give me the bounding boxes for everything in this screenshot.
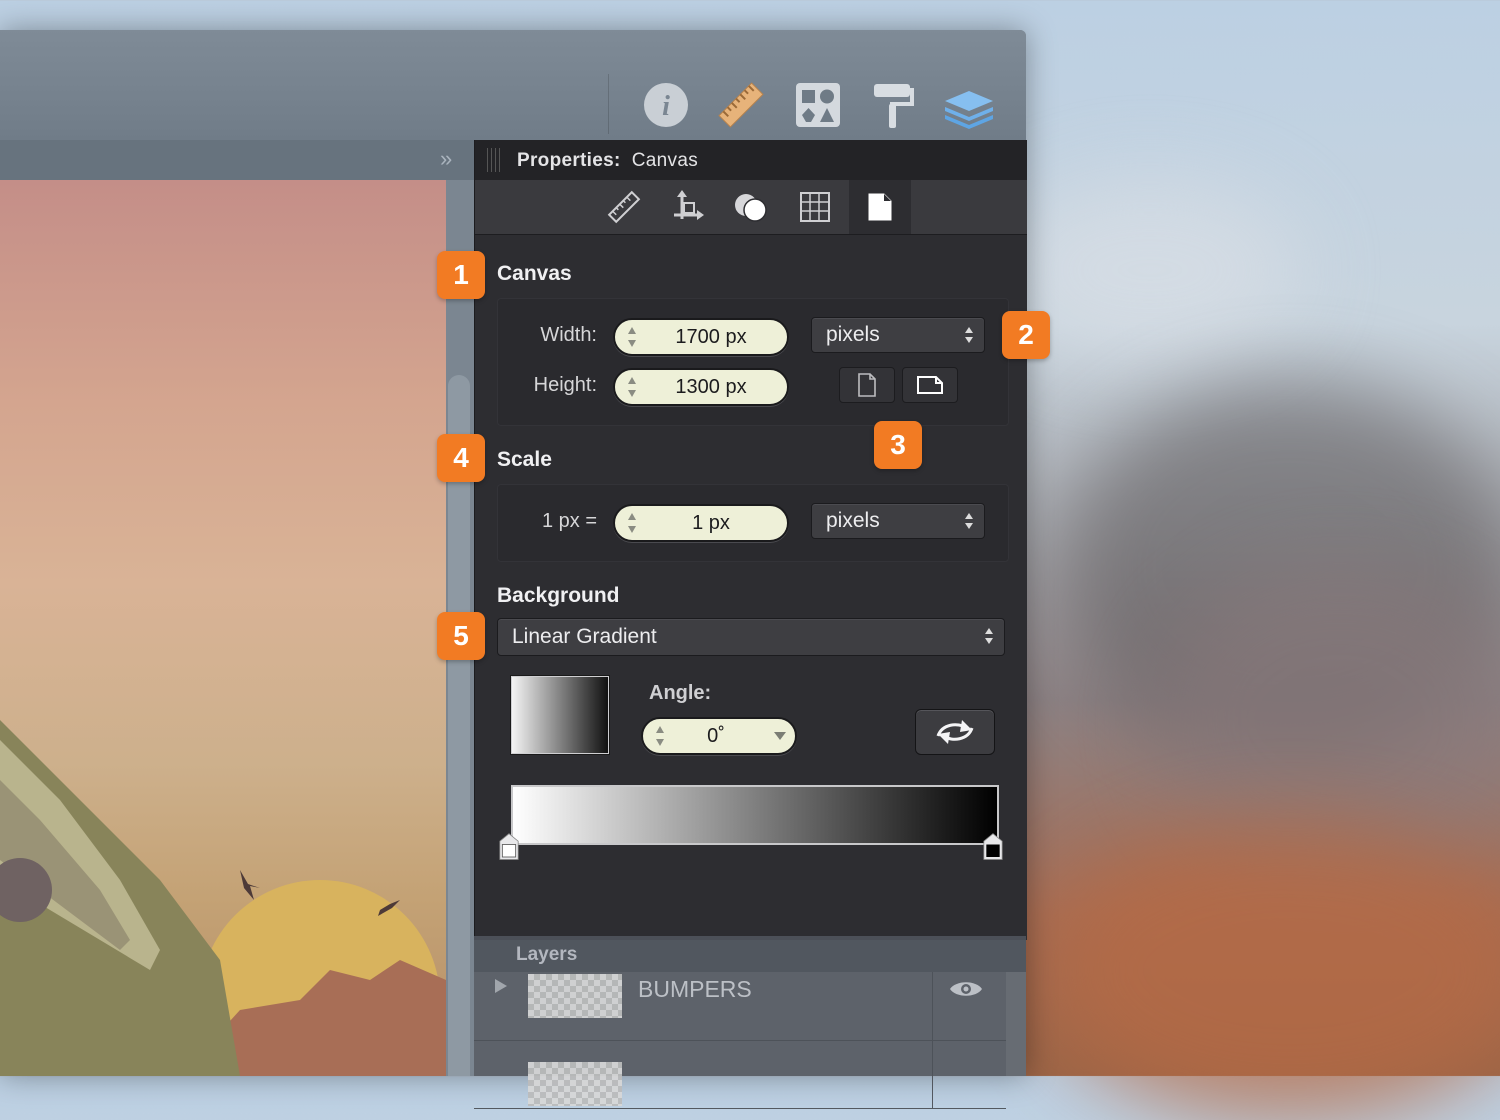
callout-badge-1: 1 bbox=[437, 251, 485, 299]
tab-transform[interactable] bbox=[657, 180, 719, 234]
tab-fill[interactable] bbox=[720, 180, 782, 234]
app-toolbar: i bbox=[0, 30, 1026, 140]
layers-scrollbar[interactable] bbox=[1006, 972, 1026, 1076]
ruler-tab-icon bbox=[607, 190, 641, 224]
background-type-select[interactable]: Linear Gradient bbox=[497, 618, 1005, 656]
background-type-value: Linear Gradient bbox=[512, 625, 657, 648]
canvas-unit-select[interactable]: pixels bbox=[811, 317, 985, 353]
angle-label: Angle: bbox=[649, 682, 712, 704]
tab-ruler[interactable] bbox=[593, 180, 655, 234]
landscape-orientation-button[interactable] bbox=[902, 367, 958, 403]
gradient-start-stop[interactable] bbox=[499, 832, 519, 862]
height-label: Height: bbox=[533, 374, 597, 396]
stepper-arrows-icon[interactable] bbox=[627, 325, 637, 349]
panel-title: Properties: Canvas bbox=[517, 150, 698, 172]
stepper-arrows-icon[interactable] bbox=[655, 724, 665, 748]
shapes-icon[interactable] bbox=[791, 78, 845, 132]
canvas-unit-value: pixels bbox=[826, 323, 880, 346]
layer-column-divider bbox=[932, 1040, 933, 1108]
tab-document[interactable] bbox=[849, 180, 911, 234]
select-arrows-icon bbox=[965, 513, 973, 529]
stepper-arrows-icon[interactable] bbox=[627, 511, 637, 535]
reverse-gradient-button[interactable] bbox=[915, 709, 995, 755]
layers-title: Layers bbox=[516, 944, 578, 965]
layers-panel: Layers BUMPERS bbox=[474, 936, 1026, 1109]
document-tab-strip bbox=[0, 140, 474, 181]
layer-row[interactable] bbox=[474, 1040, 1006, 1109]
info-icon[interactable]: i bbox=[639, 78, 693, 132]
callout-badge-4: 4 bbox=[437, 434, 485, 482]
toolbar-divider bbox=[608, 74, 609, 134]
scale-unit-select[interactable]: pixels bbox=[811, 503, 985, 539]
tab-grid[interactable] bbox=[784, 180, 846, 234]
layer-thumbnail bbox=[528, 974, 622, 1018]
landscape-page-icon bbox=[917, 376, 943, 394]
gradient-preview-swatch[interactable] bbox=[511, 676, 609, 754]
ruler-icon[interactable] bbox=[714, 78, 768, 132]
paint-roller-icon[interactable] bbox=[866, 78, 920, 132]
fill-tab-icon bbox=[735, 194, 767, 222]
expand-triangle-icon[interactable] bbox=[494, 978, 508, 994]
transform-tab-icon bbox=[674, 190, 704, 220]
scale-stepper[interactable]: 1 px bbox=[613, 504, 789, 542]
width-stepper[interactable]: 1700 px bbox=[613, 318, 789, 356]
scale-section-title: Scale bbox=[497, 448, 552, 471]
select-arrows-icon bbox=[965, 327, 973, 343]
layers-icon[interactable] bbox=[942, 78, 996, 132]
canvas-artwork[interactable] bbox=[0, 180, 446, 1076]
desktop-background-ground bbox=[1040, 820, 1500, 1120]
callout-badge-5: 5 bbox=[437, 612, 485, 660]
height-value[interactable]: 1300 px bbox=[645, 376, 777, 399]
canvas-section-title: Canvas bbox=[497, 262, 572, 285]
width-label: Width: bbox=[540, 324, 597, 346]
illustration bbox=[0, 720, 446, 1076]
angle-stepper[interactable]: 0˚ bbox=[641, 717, 797, 755]
eye-visibility-icon[interactable] bbox=[948, 978, 984, 1000]
svg-text:i: i bbox=[662, 91, 670, 122]
callout-badge-3: 3 bbox=[874, 421, 922, 469]
height-stepper[interactable]: 1300 px bbox=[613, 368, 789, 406]
scale-unit-value: pixels bbox=[826, 509, 880, 532]
properties-tabbar bbox=[475, 180, 1027, 235]
layers-panel-header: Layers bbox=[474, 936, 1026, 972]
properties-panel: Properties: Canvas Canvas Width: 1700 px… bbox=[474, 140, 1027, 940]
select-arrows-icon bbox=[985, 628, 993, 644]
stepper-arrows-icon[interactable] bbox=[627, 375, 637, 399]
chevron-down-icon[interactable] bbox=[773, 731, 787, 741]
gradient-end-stop[interactable] bbox=[983, 832, 1003, 862]
document-tab-icon bbox=[868, 193, 892, 221]
panel-header: Properties: Canvas bbox=[475, 140, 1027, 181]
scale-value[interactable]: 1 px bbox=[645, 512, 777, 535]
angle-value[interactable]: 0˚ bbox=[673, 725, 759, 748]
panel-title-value: Canvas bbox=[631, 150, 699, 171]
portrait-orientation-button[interactable] bbox=[839, 367, 895, 403]
collapse-panel-icon[interactable]: » bbox=[440, 146, 452, 172]
portrait-page-icon bbox=[858, 373, 876, 397]
grid-tab-icon bbox=[800, 192, 830, 222]
panel-title-label: Properties: bbox=[517, 150, 621, 171]
layer-row[interactable]: BUMPERS bbox=[474, 972, 1006, 1041]
callout-badge-2: 2 bbox=[1002, 311, 1050, 359]
panel-grip-handle[interactable] bbox=[487, 148, 501, 172]
width-value[interactable]: 1700 px bbox=[645, 326, 777, 349]
layer-thumbnail bbox=[528, 1062, 622, 1106]
swap-arrows-icon bbox=[936, 720, 974, 744]
layer-column-divider bbox=[932, 972, 933, 1040]
layer-name[interactable]: BUMPERS bbox=[638, 976, 752, 1003]
background-section-title: Background bbox=[497, 584, 620, 607]
scale-left-label: 1 px = bbox=[541, 510, 597, 532]
gradient-editor-bar[interactable] bbox=[511, 785, 999, 845]
